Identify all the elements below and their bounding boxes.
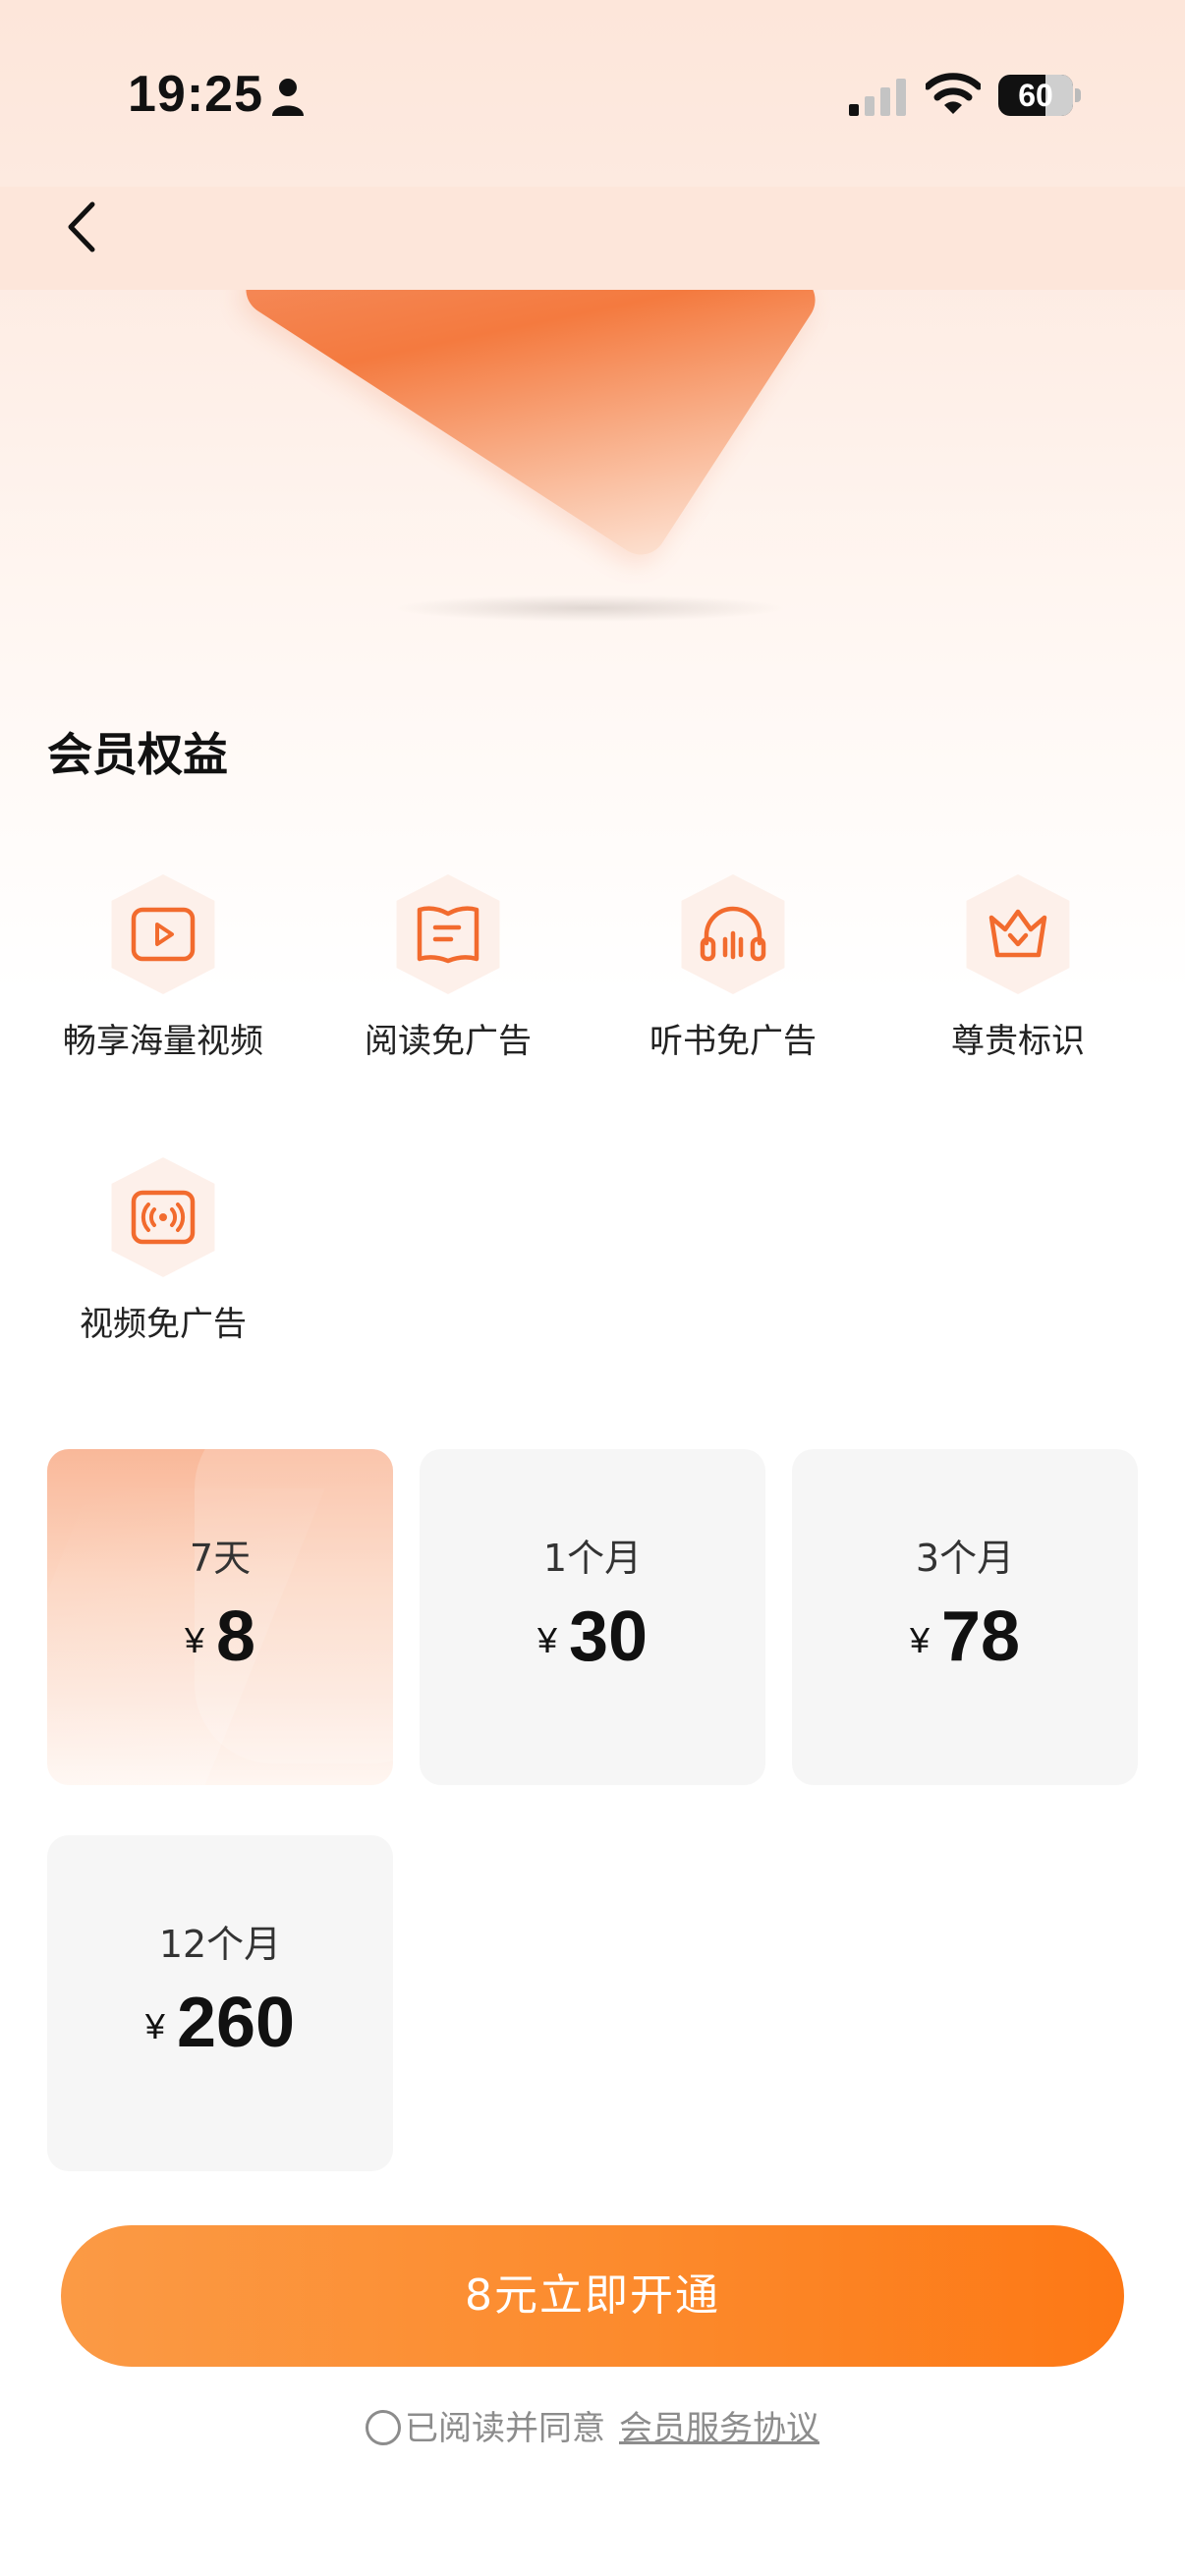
benefit-item-audiobook[interactable]: 听书免广告 [578, 874, 863, 1071]
benefit-label: 阅读免广告 [365, 1022, 532, 1061]
plan-card-3-months[interactable]: 3个月 ¥78 [792, 1449, 1138, 1785]
status-time: 19:25 [128, 66, 263, 123]
agreement-text: 已阅读并同意 [405, 2409, 605, 2448]
plan-amount: 8 [215, 1597, 256, 1676]
benefit-label: 畅享海量视频 [63, 1022, 263, 1061]
plan-amount: 78 [940, 1597, 1021, 1676]
plan-amount: 30 [568, 1597, 649, 1676]
benefit-item-badge[interactable]: 尊贵标识 [863, 874, 1148, 1071]
broadcast-icon [131, 1190, 196, 1245]
signal-icon [849, 79, 906, 116]
agreement-row: 已阅读并同意 会员服务协议 [0, 2401, 1185, 2456]
hero-banner: VIP [0, 290, 1185, 644]
currency-symbol: ¥ [909, 1620, 930, 1660]
book-icon [417, 906, 480, 964]
benefits-title: 会员权益 [47, 728, 228, 781]
crown-icon [988, 909, 1047, 958]
video-play-icon [131, 907, 196, 962]
benefit-label: 尊贵标识 [951, 1022, 1085, 1061]
plan-price: ¥8 [47, 1596, 393, 1677]
headphones-icon [700, 906, 766, 962]
currency-symbol: ¥ [144, 2006, 165, 2046]
plan-price: ¥260 [47, 1983, 393, 2063]
plan-name: 12个月 [158, 1923, 282, 1966]
activate-button[interactable]: 8元立即开通 [61, 2225, 1124, 2367]
service-agreement-link[interactable]: 会员服务协议 [619, 2409, 819, 2448]
plan-name: 1个月 [542, 1537, 643, 1580]
status-bar: 19:25 60 [0, 0, 1185, 187]
vip-card-text: VIP [330, 290, 466, 313]
plan-card-7-days[interactable]: 7天 ¥8 [47, 1449, 393, 1785]
currency-symbol: ¥ [536, 1620, 557, 1660]
nav-bar [0, 187, 1185, 290]
vip-card-image: VIP [236, 290, 825, 565]
wifi-icon [926, 73, 981, 114]
plan-card-1-month[interactable]: 1个月 ¥30 [420, 1449, 765, 1785]
battery-icon: 60 [998, 75, 1081, 116]
plan-name: 7天 [189, 1537, 252, 1580]
benefit-item-videos[interactable]: 畅享海量视频 [8, 874, 293, 1071]
currency-symbol: ¥ [184, 1620, 204, 1660]
plan-name: 3个月 [915, 1537, 1015, 1580]
plan-amount: 260 [176, 1984, 296, 2062]
benefit-item-reading[interactable]: 阅读免广告 [293, 874, 578, 1071]
person-icon [272, 79, 304, 116]
plan-price: ¥30 [420, 1596, 765, 1677]
benefit-item-video-no-ads[interactable]: 视频免广告 [8, 1157, 293, 1354]
plan-card-12-months[interactable]: 12个月 ¥260 [47, 1835, 393, 2171]
benefit-label: 听书免广告 [649, 1022, 817, 1061]
battery-level: 60 [1018, 78, 1053, 113]
benefit-label: 视频免广告 [80, 1305, 247, 1344]
back-button[interactable] [59, 193, 108, 261]
agree-checkbox[interactable] [366, 2410, 401, 2445]
plan-price: ¥78 [792, 1596, 1138, 1677]
card-shadow [393, 594, 786, 622]
